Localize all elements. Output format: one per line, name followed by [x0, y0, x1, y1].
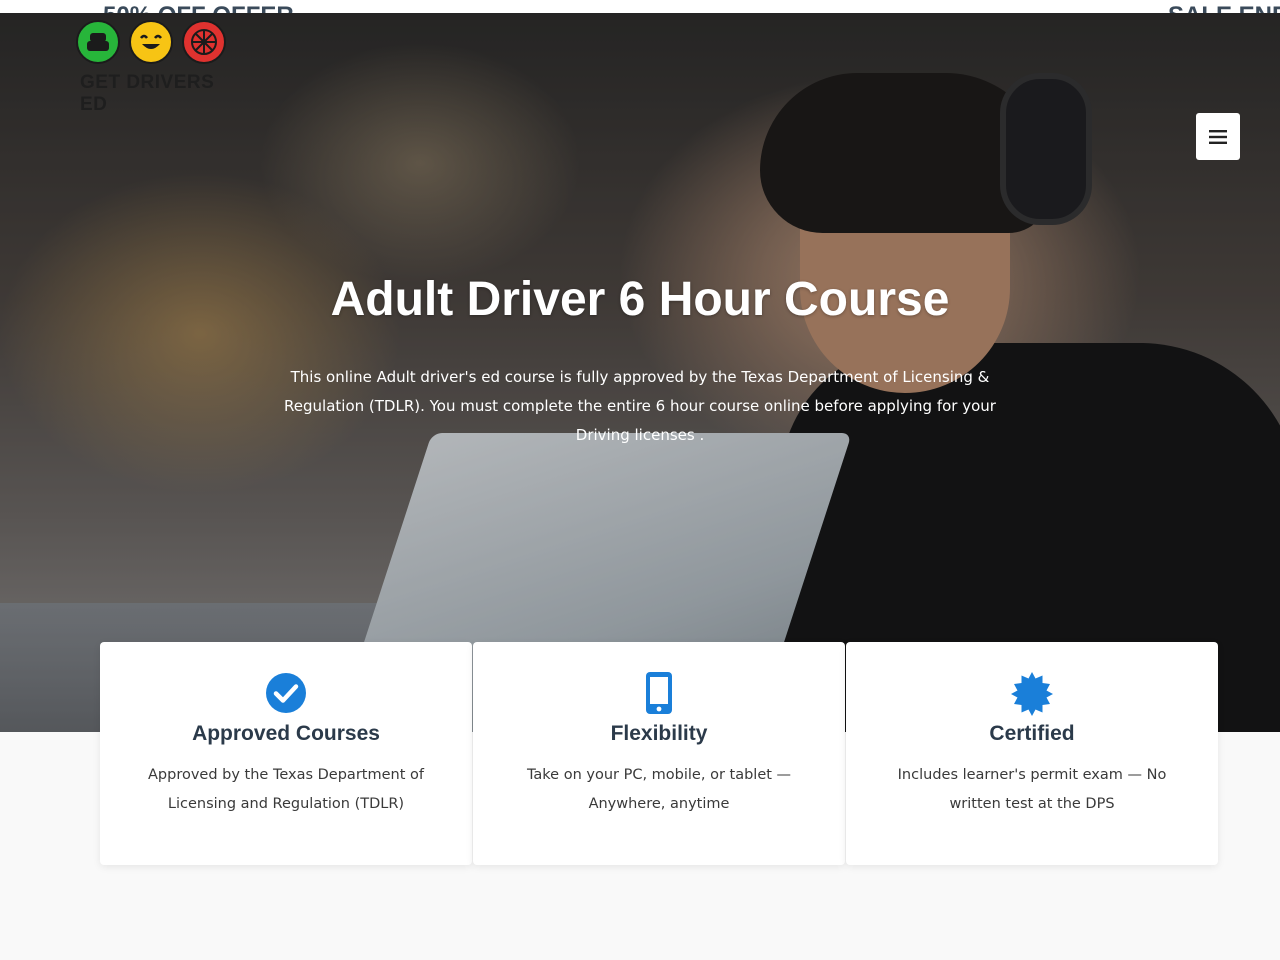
hero-description: This online Adult driver's ed course is … [284, 368, 996, 444]
logo-text: GET DRIVERS ED [80, 72, 215, 115]
feature-text: Approved by the Texas Department of Lice… [148, 767, 424, 812]
feature-text: Includes learner's permit exam — No writ… [897, 767, 1167, 812]
feature-title: Certified [989, 722, 1075, 745]
check-circle-icon [100, 672, 472, 714]
menu-button[interactable] [1196, 113, 1240, 160]
site-logo[interactable]: GET DRIVERS ED [76, 20, 236, 115]
certificate-badge-icon [846, 672, 1218, 716]
feature-title: Approved Courses [192, 722, 380, 745]
mobile-phone-icon [473, 672, 845, 714]
logo-car-icon [76, 20, 120, 64]
feature-title: Flexibility [610, 722, 708, 745]
feature-card-certified: Certified Includes learner's permit exam… [846, 642, 1218, 865]
feature-card-flexibility: Flexibility Take on your PC, mobile, or … [473, 642, 845, 865]
hamburger-menu-icon [1209, 129, 1227, 144]
page-title: Adult Driver 6 Hour Course [330, 273, 950, 326]
promo-bar: 50% OFF OFFER SALE END [0, 0, 1280, 29]
logo-smile-icon [129, 20, 173, 64]
logo-wheel-icon [182, 20, 226, 64]
feature-card-approved: Approved Courses Approved by the Texas D… [100, 642, 472, 865]
feature-text: Take on your PC, mobile, or tablet — Any… [526, 767, 792, 812]
logo-icons [76, 20, 236, 64]
